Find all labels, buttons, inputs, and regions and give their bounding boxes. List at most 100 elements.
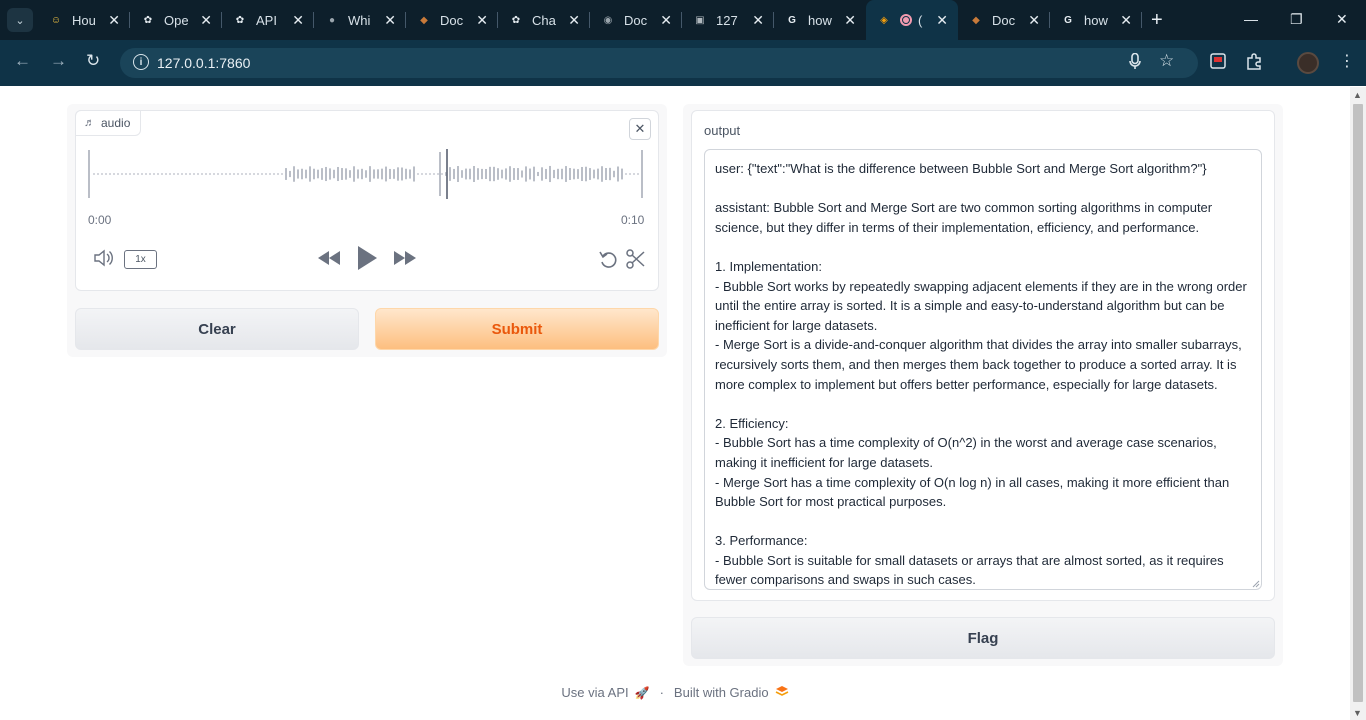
close-tab-icon[interactable]: ✕: [568, 12, 580, 29]
tab-title: how: [808, 12, 832, 28]
tab-strip: ⌄ ☺ Hou ✕ ✿ Ope ✕ ✿ API ✕ ● Whi ✕ ◆ Doc ✕ ✿ Cha ✕ ◉ Doc ✕ ▣ 12…: [0, 0, 1366, 40]
gradio-app: ♬ audio ✕ 0:00 0:10 1x Clear Submit outp…: [0, 87, 1350, 720]
bookmark-star-icon[interactable]: ☆: [1159, 51, 1174, 71]
browser-tab[interactable]: ☺ Hou ✕: [38, 0, 130, 40]
tab-title: Doc: [440, 12, 464, 28]
browser-tab[interactable]: ◆ Doc ✕: [958, 0, 1050, 40]
built-with-gradio-link[interactable]: Built with Gradio: [674, 685, 769, 700]
play-icon[interactable]: [356, 245, 378, 276]
tab-title: Cha: [532, 12, 556, 28]
profile-avatar[interactable]: [1297, 52, 1319, 74]
google-icon: G: [1064, 14, 1072, 26]
clear-audio-button[interactable]: ✕: [629, 118, 651, 140]
close-tab-icon[interactable]: ✕: [936, 12, 948, 29]
image-icon: ▣: [695, 14, 705, 26]
reload-button[interactable]: ↻: [86, 51, 100, 71]
rocket-icon: 🚀: [634, 685, 650, 700]
footer-separator: ·: [659, 685, 664, 700]
page-scrollbar[interactable]: ▲ ▼: [1350, 87, 1366, 720]
tab-title: Doc: [992, 12, 1016, 28]
browser-tab[interactable]: ◆ Doc ✕: [406, 0, 498, 40]
browser-tab[interactable]: ✿ API ✕: [222, 0, 314, 40]
browser-tab[interactable]: Ghow ✕: [1050, 0, 1142, 40]
tab-title: API: [256, 12, 277, 28]
browser-tab[interactable]: ◉ Doc ✕: [590, 0, 682, 40]
skip-backward-icon[interactable]: [317, 250, 341, 271]
output-label: output: [704, 123, 741, 138]
close-tab-icon[interactable]: ✕: [292, 12, 304, 29]
gradio-icon: ◈: [880, 14, 888, 26]
tab-title: 127: [716, 12, 738, 28]
docs-avatar-icon: ◆: [972, 14, 980, 26]
globe-icon: ◉: [603, 14, 613, 26]
browser-tab[interactable]: ◈ ( ✕: [866, 0, 958, 40]
hugging-face-icon: ☺: [50, 14, 62, 26]
submit-button[interactable]: Submit: [375, 308, 659, 350]
tab-title: Doc: [624, 12, 648, 28]
tab-title: Ope: [164, 12, 189, 28]
scroll-down-arrow[interactable]: ▼: [1353, 708, 1362, 718]
minimize-button[interactable]: —: [1244, 11, 1258, 27]
openai-icon: ✿: [235, 14, 245, 26]
volume-icon[interactable]: [93, 249, 115, 272]
close-tab-icon[interactable]: ✕: [200, 12, 212, 29]
flag-button[interactable]: Flag: [691, 617, 1275, 659]
scissors-trim-icon[interactable]: [626, 249, 646, 274]
close-tab-icon[interactable]: ✕: [108, 12, 120, 29]
tab-search-button[interactable]: ⌄: [7, 8, 33, 32]
close-icon: ✕: [634, 121, 646, 136]
chevron-down-icon: ⌄: [15, 14, 25, 27]
scroll-thumb[interactable]: [1353, 104, 1363, 702]
browser-tab[interactable]: Ghow ✕: [774, 0, 866, 40]
browser-tab[interactable]: ● Whi ✕: [314, 0, 406, 40]
docs-avatar-icon: ◆: [420, 14, 428, 26]
url-text[interactable]: 127.0.0.1:7860: [157, 55, 250, 71]
use-via-api-link[interactable]: Use via API: [561, 685, 628, 700]
playback-speed-button[interactable]: 1x: [124, 250, 157, 269]
skip-forward-icon[interactable]: [393, 250, 417, 271]
microphone-icon[interactable]: [1129, 52, 1141, 74]
tab-separator: [1141, 12, 1142, 28]
output-textbox[interactable]: user: {"text":"What is the difference be…: [704, 149, 1262, 590]
tab-title: Hou: [72, 12, 96, 28]
site-info-icon[interactable]: i: [133, 54, 149, 70]
close-tab-icon[interactable]: ✕: [844, 12, 856, 29]
extensions-puzzle-icon[interactable]: [1246, 53, 1263, 74]
extension-pdf-icon[interactable]: [1210, 53, 1226, 73]
address-bar[interactable]: [120, 48, 1198, 78]
recording-indicator-icon: [900, 14, 912, 26]
audio-waveform[interactable]: [86, 145, 648, 205]
close-tab-icon[interactable]: ✕: [476, 12, 488, 29]
restore-button[interactable]: ❐: [1290, 11, 1303, 28]
close-tab-icon[interactable]: ✕: [1120, 12, 1132, 29]
clear-button[interactable]: Clear: [75, 308, 359, 350]
forward-button[interactable]: →: [50, 51, 67, 71]
resize-grip-icon[interactable]: [1250, 578, 1260, 588]
close-tab-icon[interactable]: ✕: [384, 12, 396, 29]
browser-tab[interactable]: ✿ Ope ✕: [130, 0, 222, 40]
footer: Use via API 🚀 · Built with Gradio: [0, 685, 1350, 700]
close-tab-icon[interactable]: ✕: [1028, 12, 1040, 29]
undo-icon[interactable]: [598, 249, 618, 274]
chatgpt-icon: ✿: [511, 14, 521, 26]
audio-label: audio: [101, 116, 131, 130]
tab-title: (: [918, 12, 923, 28]
back-button[interactable]: ←: [14, 51, 31, 71]
more-menu-icon[interactable]: ⋮: [1339, 51, 1355, 71]
audio-current-time: 0:00: [88, 213, 112, 227]
music-note-icon: ♬: [84, 117, 95, 129]
scroll-up-arrow[interactable]: ▲: [1353, 90, 1362, 100]
close-window-button[interactable]: ✕: [1336, 11, 1348, 28]
github-icon: ●: [328, 14, 336, 26]
gradio-logo-icon: [775, 685, 789, 700]
audio-duration: 0:10: [621, 213, 645, 227]
google-icon: G: [788, 14, 796, 26]
tab-title: Whi: [348, 12, 371, 28]
tab-title: how: [1084, 12, 1108, 28]
close-tab-icon[interactable]: ✕: [752, 12, 764, 29]
openai-icon: ✿: [143, 14, 153, 26]
browser-tab[interactable]: ▣ 127 ✕: [682, 0, 774, 40]
new-tab-button[interactable]: +: [1151, 9, 1163, 32]
browser-tab[interactable]: ✿ Cha ✕: [498, 0, 590, 40]
close-tab-icon[interactable]: ✕: [660, 12, 672, 29]
